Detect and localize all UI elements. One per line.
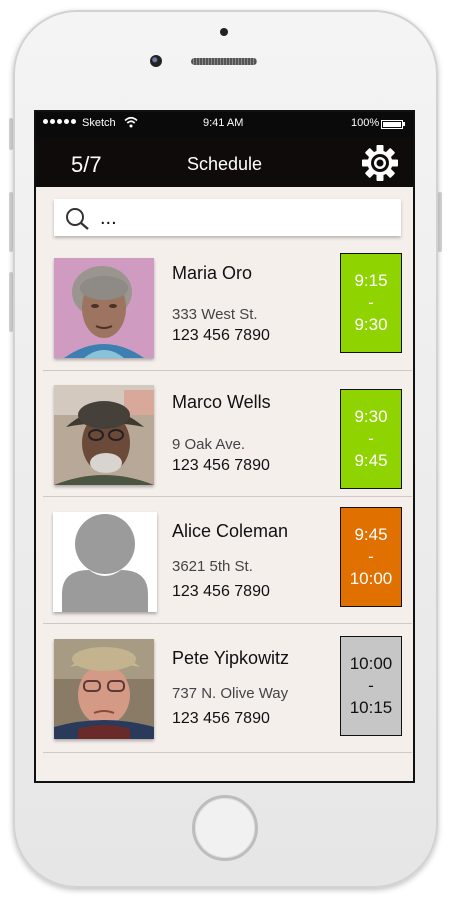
slot-start: 10:00: [349, 654, 393, 673]
avatar: [53, 512, 157, 612]
time-slot[interactable]: 9:30 - 9:45: [340, 389, 402, 489]
signal-strength-icon: [43, 119, 76, 124]
wifi-icon: [124, 116, 138, 128]
list-item[interactable]: Alice Coleman 3621 5th St. 123 456 7890 …: [43, 497, 412, 624]
home-button[interactable]: [192, 795, 258, 861]
slot-end: 10:15: [349, 698, 393, 717]
nav-bar: 5/7 Schedule: [36, 137, 413, 187]
slot-start: 9:45: [354, 525, 388, 544]
slot-separator: -: [368, 676, 374, 695]
slot-separator: -: [368, 293, 374, 312]
power-button: [438, 192, 442, 252]
patient-address: 9 Oak Ave.: [172, 436, 246, 453]
time-slot[interactable]: 10:00 - 10:15: [340, 636, 402, 736]
patient-name: Alice Coleman: [172, 521, 289, 541]
search-bar[interactable]: [54, 199, 401, 236]
slot-start: 9:15: [354, 271, 388, 290]
patient-name: Pete Yipkowitz: [172, 648, 290, 668]
time-slot[interactable]: 9:15 - 9:30: [340, 253, 402, 353]
carrier-label: Sketch: [82, 117, 116, 129]
battery-icon: [381, 120, 403, 129]
slot-separator: -: [368, 429, 374, 448]
patient-address: 333 West St.: [172, 306, 258, 323]
list-item[interactable]: Pete Yipkowitz 737 N. Olive Way 123 456 …: [43, 624, 412, 753]
patient-phone: 123 456 7890: [172, 710, 270, 727]
search-icon: [66, 208, 89, 230]
status-time: 9:41 AM: [203, 117, 244, 129]
front-sensor: [220, 28, 228, 36]
avatar: [54, 258, 154, 358]
slot-end: 9:45: [354, 451, 388, 470]
slot-start: 9:30: [354, 407, 388, 426]
avatar: [54, 385, 154, 485]
patient-phone: 123 456 7890: [172, 457, 270, 474]
battery-percent: 100%: [351, 117, 380, 129]
patient-name: Maria Oro: [172, 263, 253, 283]
search-input[interactable]: [98, 205, 382, 231]
earpiece-speaker: [191, 58, 257, 65]
page-title: Schedule: [186, 154, 263, 174]
slot-separator: -: [368, 547, 374, 566]
front-camera: [150, 55, 162, 67]
time-slot[interactable]: 9:45 - 10:00: [340, 507, 402, 607]
patient-phone: 123 456 7890: [172, 583, 270, 600]
patient-address: 3621 5th St.: [172, 558, 253, 575]
gear-icon[interactable]: [361, 144, 399, 182]
avatar: [54, 639, 154, 739]
slot-end: 10:00: [349, 569, 393, 588]
patient-address: 737 N. Olive Way: [172, 685, 289, 702]
patient-name: Marco Wells: [172, 392, 271, 412]
list-item[interactable]: Maria Oro 333 West St. 123 456 7890 9:15…: [43, 248, 412, 371]
list-item[interactable]: Marco Wells 9 Oak Ave. 123 456 7890 9:30…: [43, 371, 412, 497]
status-bar: Sketch 9:41 AM 100%: [36, 112, 413, 137]
battery-nub: [403, 122, 405, 126]
app-screen: Sketch 9:41 AM 100% 5/7 Schedule ... Mar…: [34, 110, 415, 783]
patient-phone: 123 456 7890: [172, 327, 270, 344]
slot-end: 9:30: [354, 315, 388, 334]
